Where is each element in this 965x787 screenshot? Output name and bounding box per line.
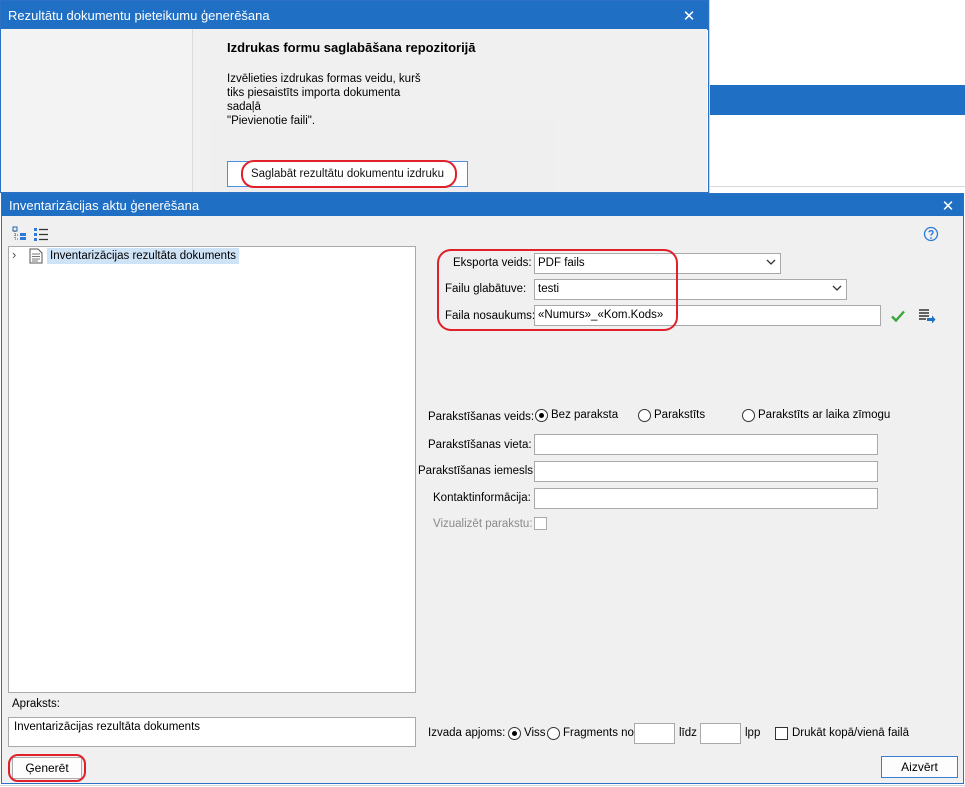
- fragment-from-input[interactable]: [634, 723, 675, 744]
- output-all-label[interactable]: Viss: [524, 727, 546, 739]
- wizard-heading: Izdrukas formu saglabāšana repozitorijā: [227, 40, 476, 55]
- signature-none-radio[interactable]: [535, 409, 548, 422]
- apply-check-icon[interactable]: [890, 308, 906, 324]
- close-button[interactable]: Aizvērt: [881, 756, 958, 778]
- output-all-radio[interactable]: [508, 727, 521, 740]
- description-label: Apraksts:: [12, 698, 60, 710]
- inventory-acts-generation-dialog: Inventarizācijas aktu ģenerēšana ✕ › Inv…: [1, 193, 964, 784]
- wizard-description-line: Izvēlieties izdrukas formas veidu, kurš: [227, 73, 421, 85]
- background-app-divider: [709, 0, 710, 193]
- output-range-label: Izvada apjoms:: [428, 727, 506, 739]
- dropdown-arrow-icon: [832, 285, 842, 291]
- visualize-signature-checkbox[interactable]: [534, 517, 547, 530]
- signature-place-label: Parakstīšanas vieta:: [428, 439, 532, 451]
- highlight-annotation: [241, 160, 457, 188]
- signature-signed-radio[interactable]: [638, 409, 651, 422]
- signature-signed-label[interactable]: Parakstīts: [654, 409, 705, 421]
- fragment-to-label: līdz: [679, 727, 697, 739]
- help-icon[interactable]: [923, 226, 939, 242]
- dialog-titlebar: Inventarizācijas aktu ģenerēšana ✕: [2, 194, 963, 216]
- signature-reason-label: Parakstīšanas iemesls:: [418, 465, 537, 477]
- signature-place-input[interactable]: [534, 434, 878, 455]
- signature-none-label[interactable]: Bez paraksta: [551, 409, 618, 421]
- template-tree[interactable]: [8, 246, 416, 693]
- list-icon[interactable]: [33, 226, 49, 242]
- wizard-description-line: "Pievienotie faili".: [227, 115, 316, 127]
- fragment-to-input[interactable]: [700, 723, 741, 744]
- close-icon[interactable]: ✕: [938, 197, 958, 215]
- signature-timestamp-label[interactable]: Parakstīts ar laika zīmogu: [758, 409, 890, 421]
- print-together-label[interactable]: Drukāt kopā/vienā failā: [792, 727, 909, 739]
- dialog-titlebar: Rezultātu dokumentu pieteikumu ģenerēšan…: [1, 1, 708, 30]
- signature-timestamp-radio[interactable]: [742, 409, 755, 422]
- chevron-right-icon[interactable]: ›: [12, 247, 16, 262]
- contact-info-input[interactable]: [534, 488, 878, 509]
- output-fragment-label[interactable]: Fragments no: [563, 727, 634, 739]
- signature-type-label: Parakstīšanas veids:: [428, 411, 535, 423]
- wizard-description-line: tiks piesaistīts importa dokumenta sadaļ…: [227, 87, 401, 113]
- tree-item[interactable]: › Inventarizācijas rezultāta dokuments: [12, 247, 240, 264]
- wizard-side-pane: [1, 29, 193, 192]
- field-list-icon[interactable]: [918, 308, 936, 324]
- description-box[interactable]: Inventarizācijas rezultāta dokuments: [8, 717, 416, 747]
- print-together-checkbox[interactable]: [775, 727, 788, 740]
- tree-item-label[interactable]: Inventarizācijas rezultāta dokuments: [47, 248, 240, 264]
- dialog-title: Inventarizācijas aktu ģenerēšana: [9, 198, 200, 213]
- signature-reason-input[interactable]: [534, 461, 878, 482]
- pages-label: lpp: [745, 727, 761, 739]
- document-icon: [29, 248, 43, 264]
- visualize-signature-label: Vizualizēt parakstu:: [433, 518, 533, 530]
- background-app-header: [709, 85, 965, 115]
- background-app-divider: [709, 186, 965, 187]
- tree-expand-icon[interactable]: [12, 226, 28, 242]
- dropdown-arrow-icon: [766, 259, 776, 265]
- wizard-description: Izvēlieties izdrukas formas veidu, kurš …: [227, 72, 437, 128]
- output-fragment-radio[interactable]: [547, 727, 560, 740]
- dialog-title: Rezultātu dokumentu pieteikumu ģenerēšan…: [8, 8, 270, 23]
- highlight-annotation: [437, 249, 678, 331]
- close-icon[interactable]: ✕: [679, 7, 699, 25]
- contact-info-label: Kontaktinformācija:: [433, 492, 531, 504]
- background-app-divider: [0, 785, 965, 786]
- highlight-annotation: [8, 754, 86, 782]
